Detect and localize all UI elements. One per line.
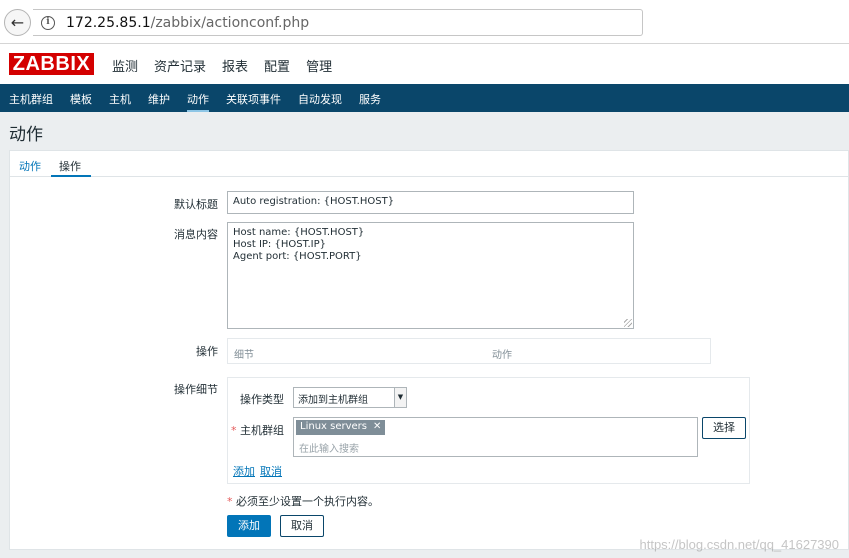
add-operation-link[interactable]: 添加 bbox=[233, 463, 255, 479]
operations-label: 操作 bbox=[196, 345, 218, 358]
host-group-label: * 主机群组 bbox=[228, 422, 284, 438]
required-asterisk: * bbox=[227, 495, 233, 508]
operations-table: 细节 动作 bbox=[227, 338, 711, 364]
url-text: 172.25.85.1/zabbix/actionconf.php bbox=[66, 15, 309, 31]
op-type-select[interactable]: 添加到主机群组 ▼ bbox=[293, 387, 407, 408]
main-menu: 监测 资产记录 报表 配置 管理 bbox=[112, 56, 348, 75]
app-header: ZABBIX 监测 资产记录 报表 配置 管理 bbox=[0, 44, 849, 84]
url-host: 172.25.85.1 bbox=[66, 15, 151, 31]
active-tab-indicator bbox=[51, 175, 91, 177]
host-group-chip: Linux servers ✕ bbox=[296, 420, 386, 435]
required-note-text: 必须至少设置一个执行内容。 bbox=[236, 495, 379, 508]
dropdown-arrow-icon[interactable]: ▼ bbox=[394, 388, 406, 407]
op-details-label: 操作细节 bbox=[174, 383, 218, 396]
required-note: * 必须至少设置一个执行内容。 bbox=[227, 493, 379, 509]
info-icon[interactable]: i bbox=[41, 16, 55, 30]
address-bar[interactable]: i 172.25.85.1/zabbix/actionconf.php bbox=[33, 9, 643, 36]
subnav-correlation[interactable]: 关联项事件 bbox=[226, 91, 281, 107]
chip-label: Linux servers bbox=[300, 421, 367, 432]
menu-monitoring[interactable]: 监测 bbox=[112, 56, 138, 75]
op-type-label: 操作类型 bbox=[240, 393, 284, 406]
operations-col-details: 细节 bbox=[234, 350, 254, 361]
subnav-actions[interactable]: 动作 bbox=[187, 91, 209, 112]
menu-configuration[interactable]: 配置 bbox=[264, 56, 290, 75]
menu-administration[interactable]: 管理 bbox=[306, 56, 332, 75]
zabbix-logo[interactable]: ZABBIX bbox=[9, 53, 94, 75]
subnav-host-groups[interactable]: 主机群组 bbox=[9, 91, 53, 107]
menu-inventory[interactable]: 资产记录 bbox=[154, 56, 206, 75]
tab-operations[interactable]: 操作 bbox=[59, 158, 81, 174]
operations-col-action: 动作 bbox=[492, 350, 512, 361]
subnav-templates[interactable]: 模板 bbox=[70, 91, 92, 107]
host-group-multiselect[interactable]: Linux servers ✕ 在此输入搜索 bbox=[293, 417, 698, 457]
subnav-hosts[interactable]: 主机 bbox=[109, 91, 131, 107]
host-group-label-text: 主机群组 bbox=[240, 424, 284, 437]
page-title: 动作 bbox=[9, 125, 43, 145]
cancel-button[interactable]: 取消 bbox=[280, 515, 324, 537]
default-subject-label: 默认标题 bbox=[174, 198, 218, 211]
required-asterisk: * bbox=[231, 424, 237, 437]
menu-reports[interactable]: 报表 bbox=[222, 56, 248, 75]
remove-chip-icon[interactable]: ✕ bbox=[373, 421, 381, 432]
op-details-box: 操作类型 添加到主机群组 ▼ * 主机群组 Linux servers ✕ 在此输… bbox=[227, 377, 750, 484]
watermark: https://blog.csdn.net/qq_41627390 bbox=[639, 537, 840, 552]
back-icon[interactable]: ← bbox=[4, 9, 31, 36]
message-text: Host name: {HOST.HOST} Host IP: {HOST.IP… bbox=[233, 227, 365, 262]
message-textarea[interactable]: Host name: {HOST.HOST} Host IP: {HOST.IP… bbox=[227, 222, 634, 329]
resize-grip-icon[interactable] bbox=[624, 319, 632, 327]
subnav-maintenance[interactable]: 维护 bbox=[148, 91, 170, 107]
add-button[interactable]: 添加 bbox=[227, 515, 271, 537]
browser-toolbar: ← i 172.25.85.1/zabbix/actionconf.php bbox=[0, 0, 849, 44]
url-path: /zabbix/actionconf.php bbox=[150, 15, 310, 31]
sub-navigation: 主机群组 模板 主机 维护 动作 关联项事件 自动发现 服务 bbox=[0, 84, 849, 112]
select-button[interactable]: 选择 bbox=[702, 417, 746, 439]
host-group-search-input[interactable]: 在此输入搜索 bbox=[299, 440, 359, 455]
form-panel: 动作 操作 默认标题 Auto registration: {HOST.HOST… bbox=[9, 150, 849, 550]
cancel-operation-link[interactable]: 取消 bbox=[260, 463, 282, 479]
op-type-value: 添加到主机群组 bbox=[298, 395, 368, 406]
tab-action[interactable]: 动作 bbox=[19, 158, 41, 174]
subnav-discovery[interactable]: 自动发现 bbox=[298, 91, 342, 107]
message-label: 消息内容 bbox=[174, 228, 218, 241]
subnav-services[interactable]: 服务 bbox=[359, 91, 381, 107]
default-subject-input[interactable]: Auto registration: {HOST.HOST} bbox=[227, 191, 634, 214]
tab-bar: 动作 操作 bbox=[10, 151, 848, 177]
